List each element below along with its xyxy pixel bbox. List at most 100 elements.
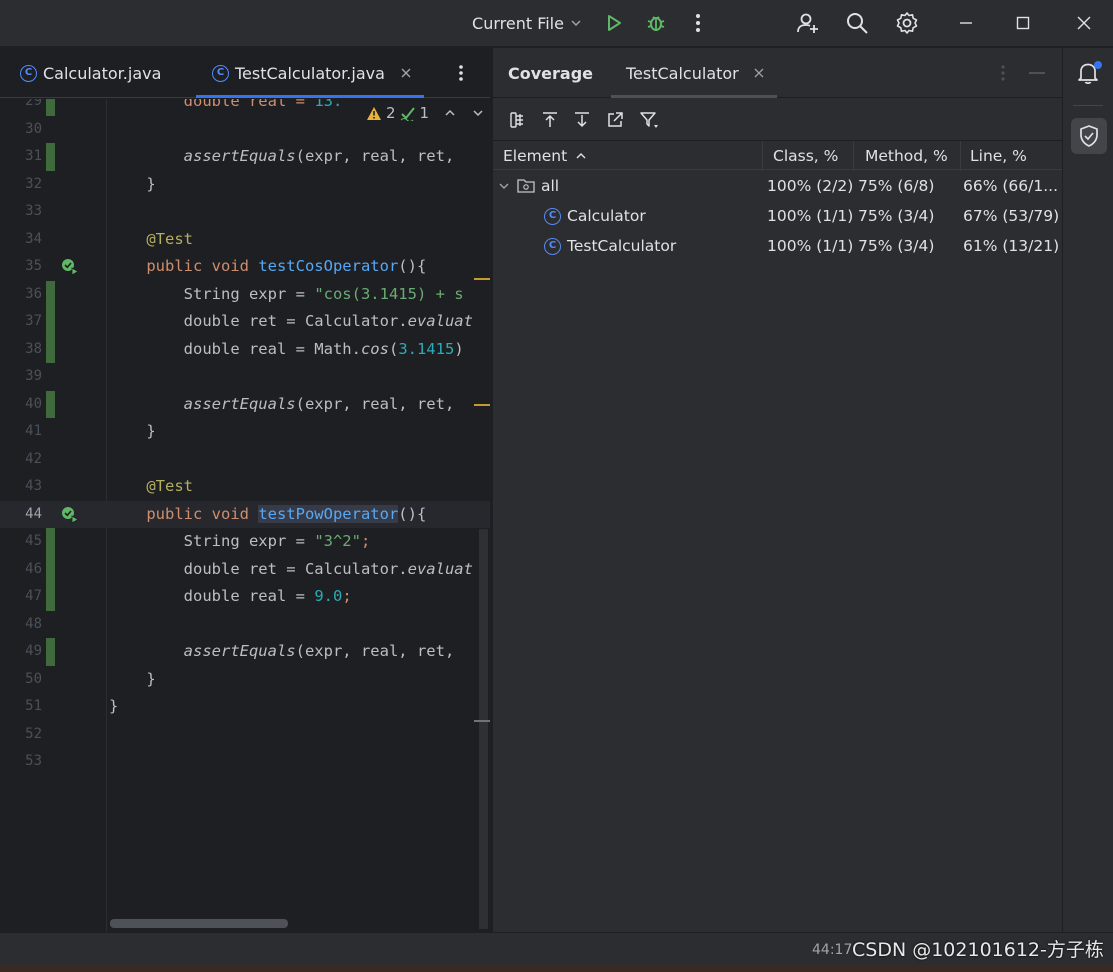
debug-button[interactable]	[642, 0, 670, 46]
right-tool-strip	[1062, 48, 1113, 932]
table-row[interactable]: all 100% (2/2) 75% (6/8) 66% (66/1...	[493, 171, 1063, 201]
code-with-me-button[interactable]	[794, 0, 822, 46]
package-folder-icon	[517, 179, 535, 193]
code-text: double real = 13.	[109, 99, 343, 116]
caret-position[interactable]: 44:17	[812, 933, 852, 967]
column-header-element[interactable]: Element	[493, 141, 763, 171]
coverage-marker	[46, 99, 55, 116]
code-token: (expr, real, ret,	[295, 147, 464, 165]
code-token: public void	[109, 504, 259, 523]
code-token: 13.	[314, 99, 343, 110]
filter-button[interactable]	[637, 108, 661, 132]
column-label: Line, %	[970, 147, 1027, 165]
line-number: 34	[25, 230, 42, 247]
line-number: 36	[25, 285, 42, 302]
tab-label: TestCalculator.java	[235, 63, 385, 83]
line-number: 31	[25, 148, 42, 164]
title-bar: Current File	[0, 0, 1113, 46]
close-window-button[interactable]	[1073, 0, 1095, 46]
flatten-packages-icon	[510, 112, 523, 128]
hide-panel-button[interactable]	[1029, 72, 1045, 74]
code-text: public void testCosOperator(){	[109, 253, 426, 281]
element-cell: C TestCalculator	[544, 231, 676, 261]
coverage-tool-button[interactable]	[1071, 118, 1107, 154]
export-report-button[interactable]	[603, 108, 627, 132]
more-vertical-icon[interactable]	[1000, 64, 1006, 82]
code-text: @Test	[109, 229, 193, 248]
class-coverage-cell: 100% (2/2)	[767, 177, 854, 195]
shield-check-icon	[1080, 125, 1098, 147]
code-text: public void testPowOperator(){	[109, 501, 426, 529]
code-token: cos	[360, 339, 389, 358]
tab-label: TestCalculator	[626, 63, 739, 83]
class-icon: C	[544, 237, 561, 255]
horizontal-scrollbar[interactable]	[110, 919, 288, 928]
element-name: Calculator	[567, 207, 646, 225]
class-coverage-cell: 100% (1/1)	[767, 237, 854, 255]
code-token: testCosOperator	[258, 257, 399, 275]
coverage-marker	[46, 280, 55, 308]
close-tab-icon[interactable]	[399, 66, 413, 80]
sort-ascending-icon	[576, 153, 586, 159]
arrow-down-icon	[575, 112, 589, 128]
table-row[interactable]: C Calculator 100% (1/1) 75% (3/4) 67% (5…	[493, 201, 1063, 231]
column-label: Element	[503, 147, 568, 165]
line-number: 32	[25, 175, 42, 192]
tab-testcalculator-java[interactable]: C TestCalculator.java	[212, 48, 413, 98]
close-tab-icon[interactable]	[753, 67, 765, 79]
tab-more-button[interactable]	[458, 48, 464, 98]
column-header-line[interactable]: Line, %	[961, 141, 1063, 171]
code-token: (expr, real, ret,	[295, 394, 464, 413]
minimize-button[interactable]	[955, 0, 977, 46]
code-text: @Test	[109, 477, 193, 495]
code-editor[interactable]: 29 double real = 13. 2 1 30 31 assertEqu…	[0, 99, 490, 932]
maximize-icon	[1016, 16, 1030, 30]
table-row[interactable]: C TestCalculator 100% (1/1) 75% (3/4) 61…	[493, 231, 1063, 261]
line-number: 53	[25, 753, 42, 769]
maximize-button[interactable]	[1012, 0, 1034, 46]
line-number: 45	[25, 533, 42, 549]
code-token: testPowOperator	[258, 504, 399, 523]
code-token: (){	[398, 504, 427, 523]
code-token: (expr, real, ret,	[295, 642, 464, 660]
test-passed-run-icon[interactable]	[61, 258, 79, 276]
code-line: 37 double ret = Calculator.evaluat	[0, 308, 490, 336]
coverage-marker	[46, 308, 55, 336]
navigate-down-button[interactable]	[570, 108, 594, 132]
code-line: 36 String expr = "cos(3.1415) + s	[0, 280, 490, 308]
run-button[interactable]	[600, 0, 628, 46]
code-token: 9.0	[314, 587, 343, 605]
column-header-class[interactable]: Class, %	[763, 141, 854, 171]
code-text: double real = 9.0;	[109, 583, 352, 611]
line-number: 47	[25, 588, 42, 604]
tab-calculator-java[interactable]: C Calculator.java	[20, 48, 161, 98]
code-line: 43 @Test	[0, 473, 490, 501]
ide-window: Current File C Calculator.java C TestCal…	[0, 0, 1113, 972]
coverage-marker	[46, 143, 55, 171]
vertical-scrollbar[interactable]	[479, 529, 488, 929]
code-token: ;	[342, 587, 352, 605]
settings-button[interactable]	[893, 0, 921, 46]
column-header-method[interactable]: Method, %	[854, 141, 961, 171]
test-passed-run-icon[interactable]	[61, 506, 79, 524]
code-line: 35 public void testCosOperator(){	[0, 253, 490, 281]
navigate-up-button[interactable]	[538, 108, 562, 132]
code-line: 45 String expr = "3^2";	[0, 528, 490, 556]
line-number: 43	[25, 478, 42, 494]
code-text: assertEquals(expr, real, ret,	[109, 391, 464, 419]
chevron-down-icon[interactable]	[497, 179, 511, 193]
column-label: Method, %	[865, 147, 948, 165]
run-configuration-selector[interactable]: Current File	[462, 0, 592, 46]
desktop-strip	[0, 966, 1113, 972]
error-stripe-marker[interactable]	[474, 404, 490, 406]
flatten-packages-button[interactable]	[505, 108, 529, 132]
search-everywhere-button[interactable]	[843, 0, 871, 46]
more-actions-button[interactable]	[688, 0, 708, 46]
line-number: 35	[25, 258, 42, 274]
tab-testcalculator-coverage[interactable]: TestCalculator	[626, 48, 765, 98]
method-coverage-cell: 75% (3/4)	[858, 207, 935, 225]
line-number: 29	[25, 99, 42, 109]
code-token: double real =	[109, 587, 315, 605]
more-vertical-icon	[696, 14, 700, 32]
